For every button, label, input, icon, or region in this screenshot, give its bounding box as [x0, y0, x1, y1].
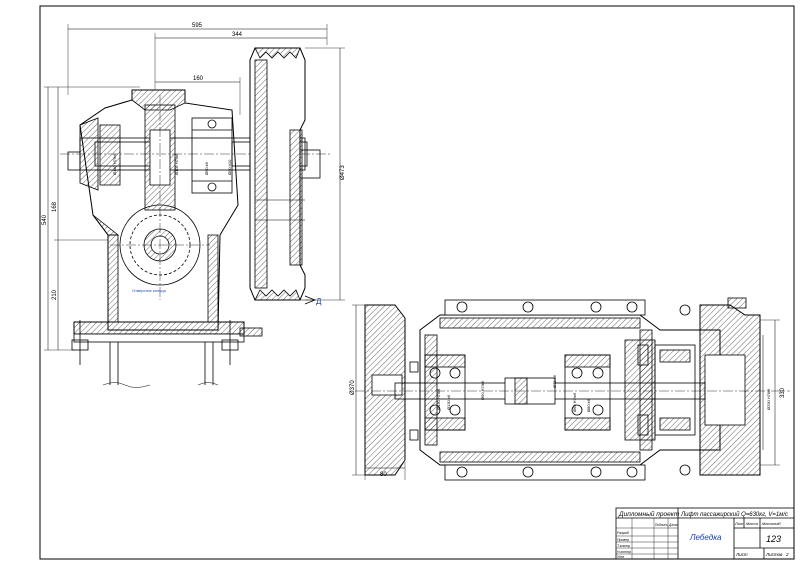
title-block-description: Лифт пассажирский Q=630кг, V=1м/с: [680, 511, 788, 518]
role-approved: Утв: [617, 555, 624, 559]
dim-fit-3: Ø50 k6: [204, 161, 209, 175]
dim-fit-7: Ø90 H7/k6: [480, 380, 485, 400]
view-marker: Д: [316, 297, 322, 306]
dim-fit-9: Ø60 H7/n6: [572, 392, 577, 412]
role-designer: Разраб: [617, 531, 630, 535]
sheets-label: Листов: [765, 552, 783, 557]
drawing-sheet: 595 344 160 540 168 210 Ø473 Ø140 H7/k6 …: [0, 0, 800, 565]
dim-fit-10: Ø80 k6: [586, 398, 591, 412]
dim-shaft-center: 160: [193, 76, 204, 82]
note-label: Отверстие кольца: [132, 288, 167, 293]
dim-fit-6: Ø130 k6: [446, 394, 451, 410]
col-date: Дата: [668, 523, 678, 527]
dim-height: 540: [42, 214, 48, 225]
dim-lower: 210: [52, 289, 58, 300]
dim-fit-4: Ø90 h10: [227, 159, 232, 175]
col-mass: Масса: [746, 521, 759, 526]
dim-fit-2: Ø105 H7/k6: [174, 153, 179, 175]
dim-fit-8: Ø75 k6: [552, 374, 557, 388]
col-scale: Масштаб: [762, 521, 781, 526]
col-signature: Подпись: [655, 523, 668, 527]
dim-upper: 168: [52, 201, 58, 212]
dim-fit-5: Ø130 H7/k6: [436, 388, 441, 410]
dim-height-right: 330: [780, 387, 786, 398]
dim-pulley-diam: Ø473: [340, 165, 346, 180]
role-checker: Провер: [617, 538, 629, 542]
sheets-count: 2: [785, 552, 789, 557]
dim-flange-thickness: 80: [380, 472, 387, 478]
dim-fit-1: Ø140 H7/k6: [112, 153, 117, 175]
col-lit: Лит: [734, 521, 744, 526]
sheet-label: Лист: [735, 552, 748, 557]
dim-to-pulley: 344: [232, 32, 243, 38]
role-ncontrol: Н.контр: [617, 550, 631, 554]
drawing-title: Лебедка: [689, 533, 722, 542]
dim-overall-width: 595: [192, 23, 203, 29]
dim-left-flange: Ø370: [350, 380, 356, 395]
role-tcontrol: Т.контр: [617, 544, 630, 548]
sheet-number: 123: [766, 534, 781, 544]
dim-bore-right: Ø290 H7/k6: [766, 388, 771, 410]
title-block-header: Дипломный проект: [618, 510, 680, 518]
